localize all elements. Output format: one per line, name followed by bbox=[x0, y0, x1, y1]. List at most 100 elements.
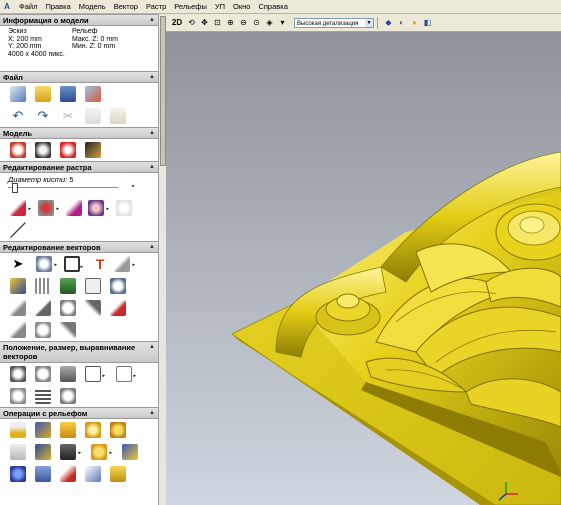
draw-line-icon[interactable] bbox=[10, 222, 26, 238]
menu-window[interactable]: Окно bbox=[229, 0, 254, 13]
collapse-icon[interactable]: ▲ bbox=[149, 164, 155, 170]
model-header[interactable]: Модель ▲ bbox=[0, 127, 158, 139]
vector-header[interactable]: Редактирование векторов ▲ bbox=[0, 241, 158, 253]
collapse-icon[interactable]: ▲ bbox=[149, 17, 155, 23]
relief-ops-header[interactable]: Операции с рельефом ▲ bbox=[0, 407, 158, 419]
app-icon[interactable]: A bbox=[2, 2, 12, 12]
grid-icon[interactable] bbox=[35, 278, 51, 294]
views-menu-icon[interactable]: ▾ bbox=[277, 17, 288, 28]
cross-section-icon[interactable] bbox=[35, 466, 51, 482]
brush-slider-thumb[interactable] bbox=[12, 183, 18, 193]
iso-view-icon[interactable]: ◈ bbox=[264, 17, 275, 28]
arc-icon[interactable] bbox=[35, 322, 51, 338]
cut-icon[interactable]: ✂ bbox=[60, 108, 76, 124]
wrap-icon[interactable] bbox=[10, 388, 26, 404]
shading-icon[interactable]: ◐ bbox=[396, 17, 407, 28]
zoom-fit-icon[interactable]: ⊙ bbox=[251, 17, 262, 28]
zero-plane-icon[interactable]: ▸ bbox=[60, 444, 81, 460]
shade-icon[interactable]: ▸ bbox=[88, 200, 109, 216]
menu-help[interactable]: Справка bbox=[254, 0, 291, 13]
offset-relief-icon[interactable] bbox=[10, 444, 26, 460]
mirror-icon[interactable] bbox=[60, 388, 76, 404]
relief-tile-icon[interactable] bbox=[35, 422, 51, 438]
erase-relief-icon[interactable] bbox=[85, 466, 101, 482]
paste-icon[interactable] bbox=[110, 108, 126, 124]
cut-vector-icon[interactable] bbox=[110, 300, 126, 316]
texture-icon[interactable] bbox=[35, 444, 51, 460]
zoom-box-icon[interactable]: ⊡ bbox=[212, 17, 223, 28]
extrude-icon[interactable] bbox=[60, 422, 76, 438]
smooth-relief-icon[interactable]: ▸ bbox=[91, 444, 112, 460]
collapse-icon[interactable]: ▲ bbox=[149, 410, 155, 416]
warp-icon[interactable] bbox=[35, 388, 51, 404]
material-icon[interactable]: ◧ bbox=[422, 17, 433, 28]
fillet-icon[interactable] bbox=[85, 300, 101, 316]
open-icon[interactable] bbox=[35, 86, 51, 102]
spline-icon[interactable] bbox=[60, 322, 76, 338]
star-relief-icon[interactable] bbox=[10, 466, 26, 482]
redo-icon[interactable]: ↷ bbox=[35, 108, 51, 124]
layer-icon[interactable]: ◆ bbox=[383, 17, 394, 28]
text-icon[interactable]: T bbox=[92, 256, 108, 272]
collapse-icon[interactable]: ▲ bbox=[149, 130, 155, 136]
zoom-in-icon[interactable]: ⊕ bbox=[225, 17, 236, 28]
nodes-icon[interactable] bbox=[110, 278, 126, 294]
menu-file[interactable]: Файл bbox=[15, 0, 41, 13]
model-info-header[interactable]: Информация о модели ▲ bbox=[0, 14, 158, 26]
light-icon[interactable]: ● bbox=[409, 17, 420, 28]
copy-icon[interactable] bbox=[85, 108, 101, 124]
rectangle-icon[interactable]: ▸ bbox=[64, 256, 83, 272]
select-icon[interactable]: ➤ bbox=[10, 256, 26, 272]
brush-slider-track[interactable] bbox=[8, 187, 118, 188]
tangent-icon[interactable] bbox=[10, 322, 26, 338]
bake-icon[interactable] bbox=[110, 466, 126, 482]
menu-edit[interactable]: Правка bbox=[41, 0, 74, 13]
sweep-icon[interactable] bbox=[85, 422, 101, 438]
smooth-icon[interactable] bbox=[10, 300, 26, 316]
array-copy-icon[interactable] bbox=[60, 278, 76, 294]
fill-icon[interactable]: ▸ bbox=[38, 200, 59, 216]
fade-icon[interactable] bbox=[122, 444, 138, 460]
raster-header[interactable]: Редактирование растра ▲ bbox=[0, 161, 158, 173]
brush-color-icon[interactable] bbox=[66, 200, 82, 216]
sculpt-icon[interactable] bbox=[60, 466, 76, 482]
zoom-out-icon[interactable]: ⊖ bbox=[238, 17, 249, 28]
menu-toolpaths[interactable]: УП bbox=[211, 0, 229, 13]
menu-reliefs[interactable]: Рельефы bbox=[170, 0, 211, 13]
vector-pen-icon[interactable] bbox=[10, 278, 26, 294]
shape-editor-icon[interactable] bbox=[10, 422, 26, 438]
rotate-icon[interactable] bbox=[35, 366, 51, 382]
view-2d-button[interactable]: 2D bbox=[170, 17, 184, 28]
position-header[interactable]: Положение, размер, выравнивание векторов… bbox=[0, 341, 158, 363]
detail-select[interactable]: Высокая детализация ▼ bbox=[294, 17, 374, 28]
move-icon[interactable] bbox=[10, 366, 26, 382]
collapse-icon[interactable]: ▲ bbox=[149, 244, 155, 250]
menu-raster[interactable]: Растр bbox=[142, 0, 170, 13]
import-icon[interactable] bbox=[85, 86, 101, 102]
pencil-icon[interactable]: ▸ bbox=[10, 200, 31, 216]
collapse-icon[interactable]: ▲ bbox=[149, 74, 155, 80]
distribute-icon[interactable]: ▸ bbox=[116, 366, 136, 382]
file-header[interactable]: Файл ▲ bbox=[0, 71, 158, 83]
cloud-icon[interactable] bbox=[116, 200, 132, 216]
join-icon[interactable] bbox=[60, 300, 76, 316]
offset-icon[interactable] bbox=[85, 278, 101, 294]
chevron-down-icon[interactable]: ▼ bbox=[365, 18, 373, 27]
spin-icon[interactable] bbox=[110, 422, 126, 438]
save-icon[interactable] bbox=[60, 86, 76, 102]
menu-model[interactable]: Модель bbox=[75, 0, 110, 13]
menu-vector[interactable]: Вектор bbox=[110, 0, 142, 13]
image-icon[interactable] bbox=[35, 142, 51, 158]
3d-viewport[interactable] bbox=[166, 32, 561, 505]
align-icon[interactable]: ▸ bbox=[85, 366, 105, 382]
paint-icon[interactable] bbox=[60, 142, 76, 158]
trim-icon[interactable]: ▸ bbox=[114, 256, 135, 272]
model-settings-icon[interactable] bbox=[10, 142, 26, 158]
pan-icon[interactable]: ✥ bbox=[199, 17, 210, 28]
collapse-icon[interactable]: ▲ bbox=[149, 343, 155, 352]
node-edit-icon[interactable]: ▸ bbox=[36, 256, 57, 272]
undo-icon[interactable]: ↶ bbox=[10, 108, 26, 124]
scale-icon[interactable] bbox=[60, 366, 76, 382]
rotate-view-icon[interactable]: ⟲ bbox=[186, 17, 197, 28]
curve-icon[interactable] bbox=[35, 300, 51, 316]
